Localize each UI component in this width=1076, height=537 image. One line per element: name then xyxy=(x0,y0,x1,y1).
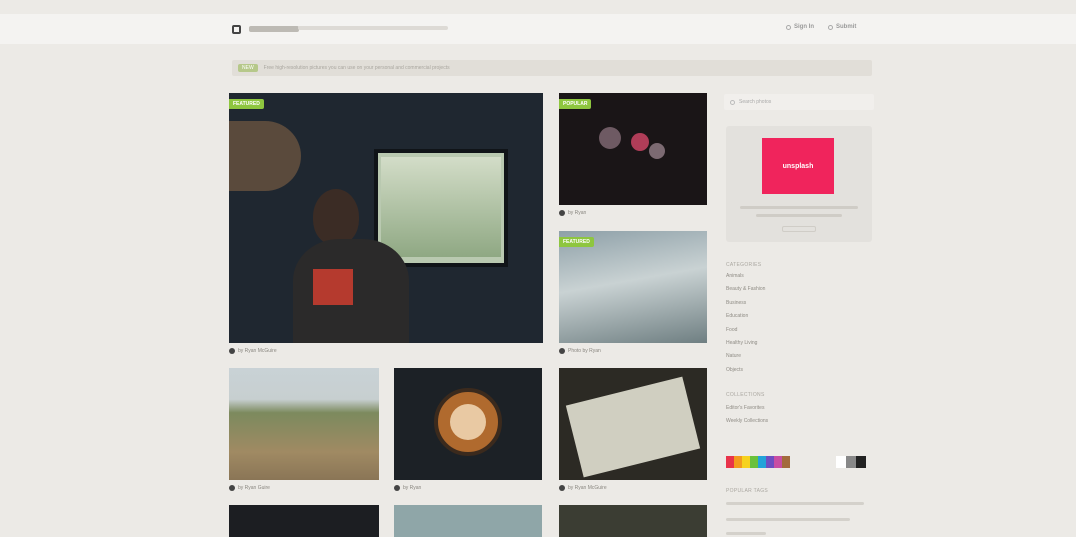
photo-woman-train[interactable] xyxy=(229,93,543,343)
category-item[interactable]: Education xyxy=(726,310,765,323)
photo-card-woman-train[interactable]: FEATURED by Ryan McGuire xyxy=(229,93,543,363)
category-item[interactable]: Nature xyxy=(726,350,765,363)
photo-credit[interactable]: by Ryan McGuire xyxy=(229,348,277,354)
photo-clouds[interactable] xyxy=(559,231,707,343)
photo-hills[interactable] xyxy=(229,368,379,480)
photo-sea[interactable] xyxy=(394,505,542,537)
collection-item[interactable]: Editor's Favorites xyxy=(726,402,768,415)
avatar xyxy=(229,485,235,491)
flower xyxy=(599,127,621,149)
flower xyxy=(631,133,649,151)
photo-credit[interactable]: Photo by Ryan xyxy=(559,348,601,354)
woman-head xyxy=(313,189,359,245)
notice-tag: NEW xyxy=(238,64,258,72)
color-swatch-gray[interactable] xyxy=(846,456,856,468)
tag-row[interactable] xyxy=(726,518,850,521)
tag-row[interactable] xyxy=(726,502,864,505)
ad-text xyxy=(740,206,858,209)
logo-icon xyxy=(232,24,241,34)
color-swatch-purple[interactable] xyxy=(766,456,774,468)
foreground-shoulder xyxy=(229,121,301,191)
top-bar xyxy=(0,14,1076,44)
sponsor-logo: unsplash xyxy=(762,138,834,194)
avatar xyxy=(229,348,235,354)
color-swatch-green[interactable] xyxy=(750,456,758,468)
red-top xyxy=(313,269,353,305)
color-swatch-yellow[interactable] xyxy=(742,456,750,468)
mono-filter xyxy=(836,456,866,468)
photo-dark-flowers[interactable] xyxy=(559,93,707,205)
search-icon xyxy=(730,99,735,105)
photo-coffee[interactable] xyxy=(394,368,542,480)
category-item[interactable]: Business xyxy=(726,297,765,310)
photo-credit[interactable]: by Ryan xyxy=(559,210,586,216)
tags-heading: POPULAR TAGS xyxy=(726,488,769,494)
photo-card-clouds[interactable]: FEATURED Photo by Ryan xyxy=(559,231,707,361)
avatar xyxy=(559,485,565,491)
window-view xyxy=(381,157,501,257)
user-icon xyxy=(786,24,791,30)
photo-credit[interactable]: by Ryan Guire xyxy=(229,485,270,491)
photo-card-hills[interactable]: by Ryan Guire xyxy=(229,368,379,496)
submit-link[interactable]: Submit xyxy=(828,24,856,30)
category-item[interactable]: Food xyxy=(726,324,765,337)
flower xyxy=(649,143,665,159)
featured-badge: FEATURED xyxy=(229,99,264,109)
upload-icon xyxy=(828,24,833,30)
notice-bar[interactable]: NEW Free high-resolution pictures you ca… xyxy=(232,60,872,76)
latte-art xyxy=(450,404,486,440)
sponsor-ad[interactable]: unsplash xyxy=(726,126,872,242)
color-swatch-orange[interactable] xyxy=(734,456,742,468)
color-filter xyxy=(726,456,790,468)
popular-badge: POPULAR xyxy=(559,99,592,109)
brand-wordmark xyxy=(249,26,299,32)
categories-heading: CATEGORIES xyxy=(726,262,762,268)
photo-card-dark-flowers[interactable]: POPULAR by Ryan xyxy=(559,93,707,219)
ad-link[interactable] xyxy=(782,226,816,232)
notice-text: Free high-resolution pictures you can us… xyxy=(263,65,450,71)
top-links: Sign In Submit xyxy=(786,24,856,30)
color-swatch-white[interactable] xyxy=(836,456,846,468)
brand-logo[interactable]: gratisography xyxy=(232,22,299,36)
photo-night[interactable] xyxy=(229,505,379,537)
avatar xyxy=(559,210,565,216)
photo-credit[interactable]: by Ryan McGuire xyxy=(559,485,607,491)
category-item[interactable]: Objects xyxy=(726,364,765,377)
photo-card-coffee[interactable]: by Ryan xyxy=(394,368,542,496)
tag-row[interactable] xyxy=(726,532,766,535)
collections-heading: COLLECTIONS xyxy=(726,392,765,398)
color-swatch-black[interactable] xyxy=(856,456,866,468)
open-book xyxy=(565,376,701,478)
sign-in-link[interactable]: Sign In xyxy=(786,24,814,30)
ad-text xyxy=(756,214,842,217)
avatar xyxy=(394,485,400,491)
category-item[interactable]: Animals xyxy=(726,270,765,283)
search-input[interactable]: Search photos xyxy=(724,94,874,110)
collection-list: Editor's Favorites Weekly Collections xyxy=(726,402,768,429)
avatar xyxy=(559,348,565,354)
tagline xyxy=(298,26,448,30)
category-item[interactable]: Healthy Living xyxy=(726,337,765,350)
color-swatch-blue[interactable] xyxy=(758,456,766,468)
photo-credit[interactable]: by Ryan xyxy=(394,485,421,491)
photo-forest[interactable] xyxy=(559,505,707,537)
category-item[interactable]: Beauty & Fashion xyxy=(726,283,765,296)
featured-badge: FEATURED xyxy=(559,237,594,247)
color-swatch-brown[interactable] xyxy=(782,456,790,468)
collection-item[interactable]: Weekly Collections xyxy=(726,415,768,428)
color-swatch-pink[interactable] xyxy=(774,456,782,468)
photo-book[interactable] xyxy=(559,368,707,480)
color-swatch-red[interactable] xyxy=(726,456,734,468)
category-list: Animals Beauty & Fashion Business Educat… xyxy=(726,270,765,377)
photo-card-book[interactable]: by Ryan McGuire xyxy=(559,368,707,496)
